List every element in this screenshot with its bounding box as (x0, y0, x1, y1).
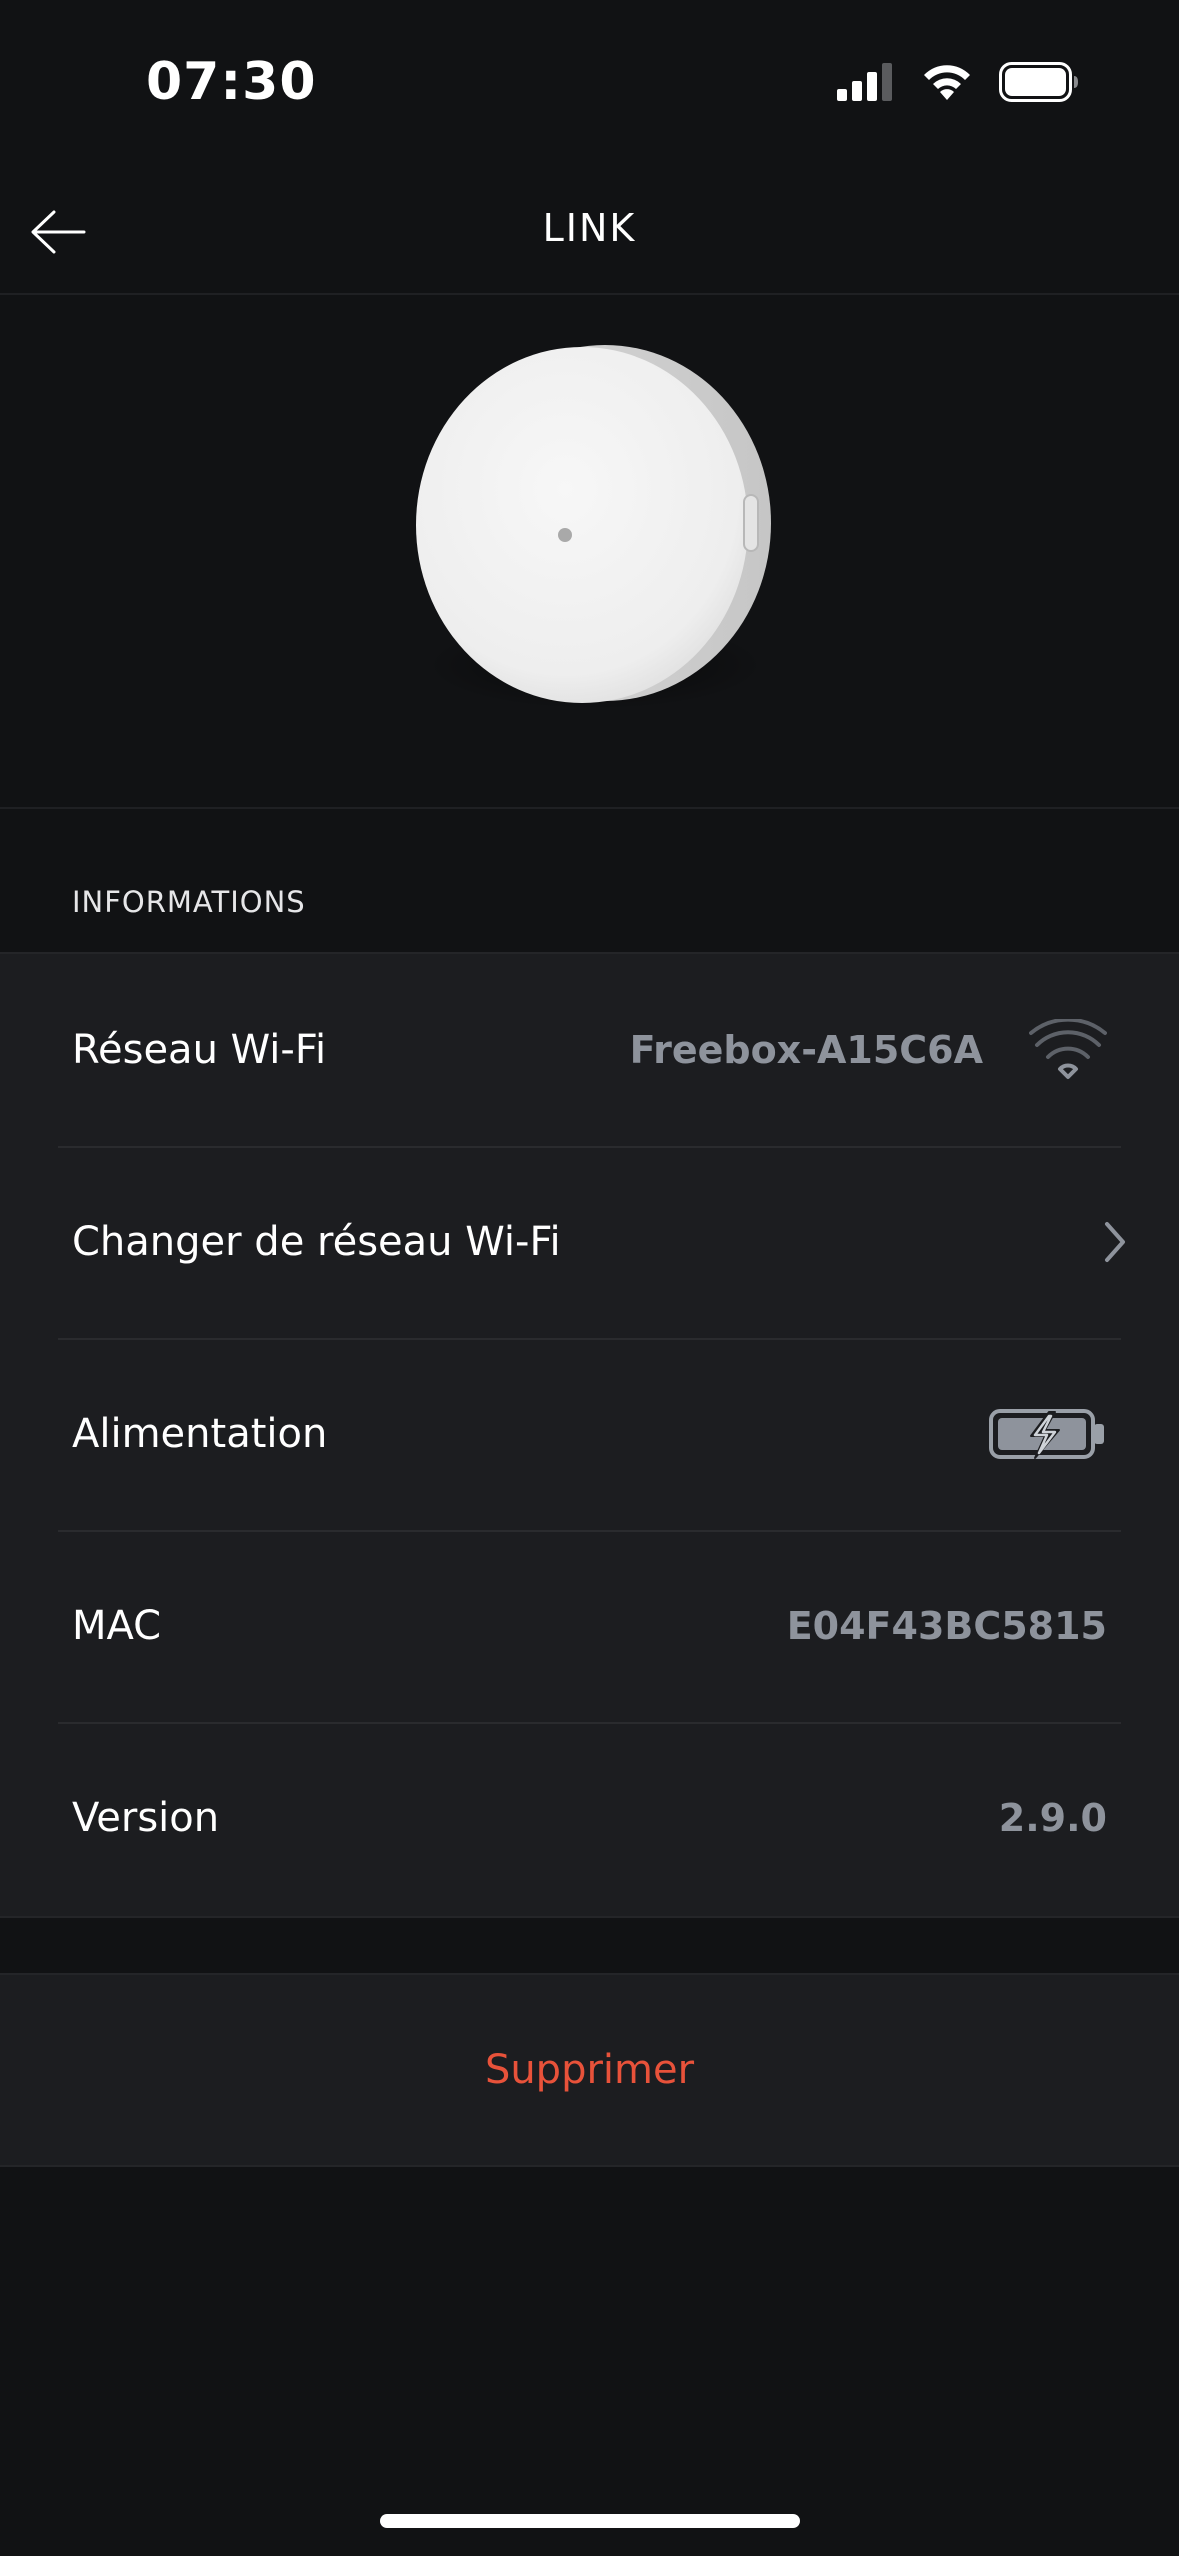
status-time: 07:30 (146, 52, 317, 112)
wifi-network-row: Réseau Wi-Fi Freebox-A15C6A (0, 954, 1179, 1146)
device-image-area (0, 295, 1179, 809)
row-label: Version (72, 1795, 220, 1841)
cellular-signal-icon (837, 63, 892, 101)
wifi-signal-icon (1029, 1019, 1107, 1079)
wifi-icon (924, 65, 970, 100)
mac-address-value: E04F43BC5815 (786, 1604, 1107, 1648)
section-header-informations: INFORMATIONS (72, 885, 306, 919)
version-value: 2.9.0 (998, 1796, 1107, 1840)
delete-section: Supprimer (0, 1973, 1179, 2167)
change-wifi-network-row[interactable]: Changer de réseau Wi-Fi (0, 1146, 1179, 1338)
nav-bar: LINK (0, 170, 1179, 295)
row-label: Alimentation (72, 1411, 328, 1457)
status-icons (837, 62, 1079, 102)
version-row: Version 2.9.0 (0, 1722, 1179, 1914)
information-list: Réseau Wi-Fi Freebox-A15C6A Changer de r… (0, 952, 1179, 1918)
status-bar: 07:30 (0, 0, 1179, 170)
delete-button[interactable]: Supprimer (0, 1975, 1179, 2165)
wifi-network-value: Freebox-A15C6A (629, 1028, 983, 1072)
battery-charging-icon (989, 1409, 1104, 1459)
link-device-image (416, 345, 771, 710)
page-title: LINK (542, 206, 637, 250)
mac-address-row: MAC E04F43BC5815 (0, 1530, 1179, 1722)
battery-icon (999, 62, 1078, 102)
row-label: Changer de réseau Wi-Fi (72, 1219, 561, 1265)
power-supply-row: Alimentation (0, 1338, 1179, 1530)
row-label: MAC (72, 1603, 162, 1649)
row-label: Réseau Wi-Fi (72, 1027, 327, 1073)
home-indicator[interactable] (380, 2514, 800, 2528)
chevron-right-icon (1105, 1222, 1125, 1262)
